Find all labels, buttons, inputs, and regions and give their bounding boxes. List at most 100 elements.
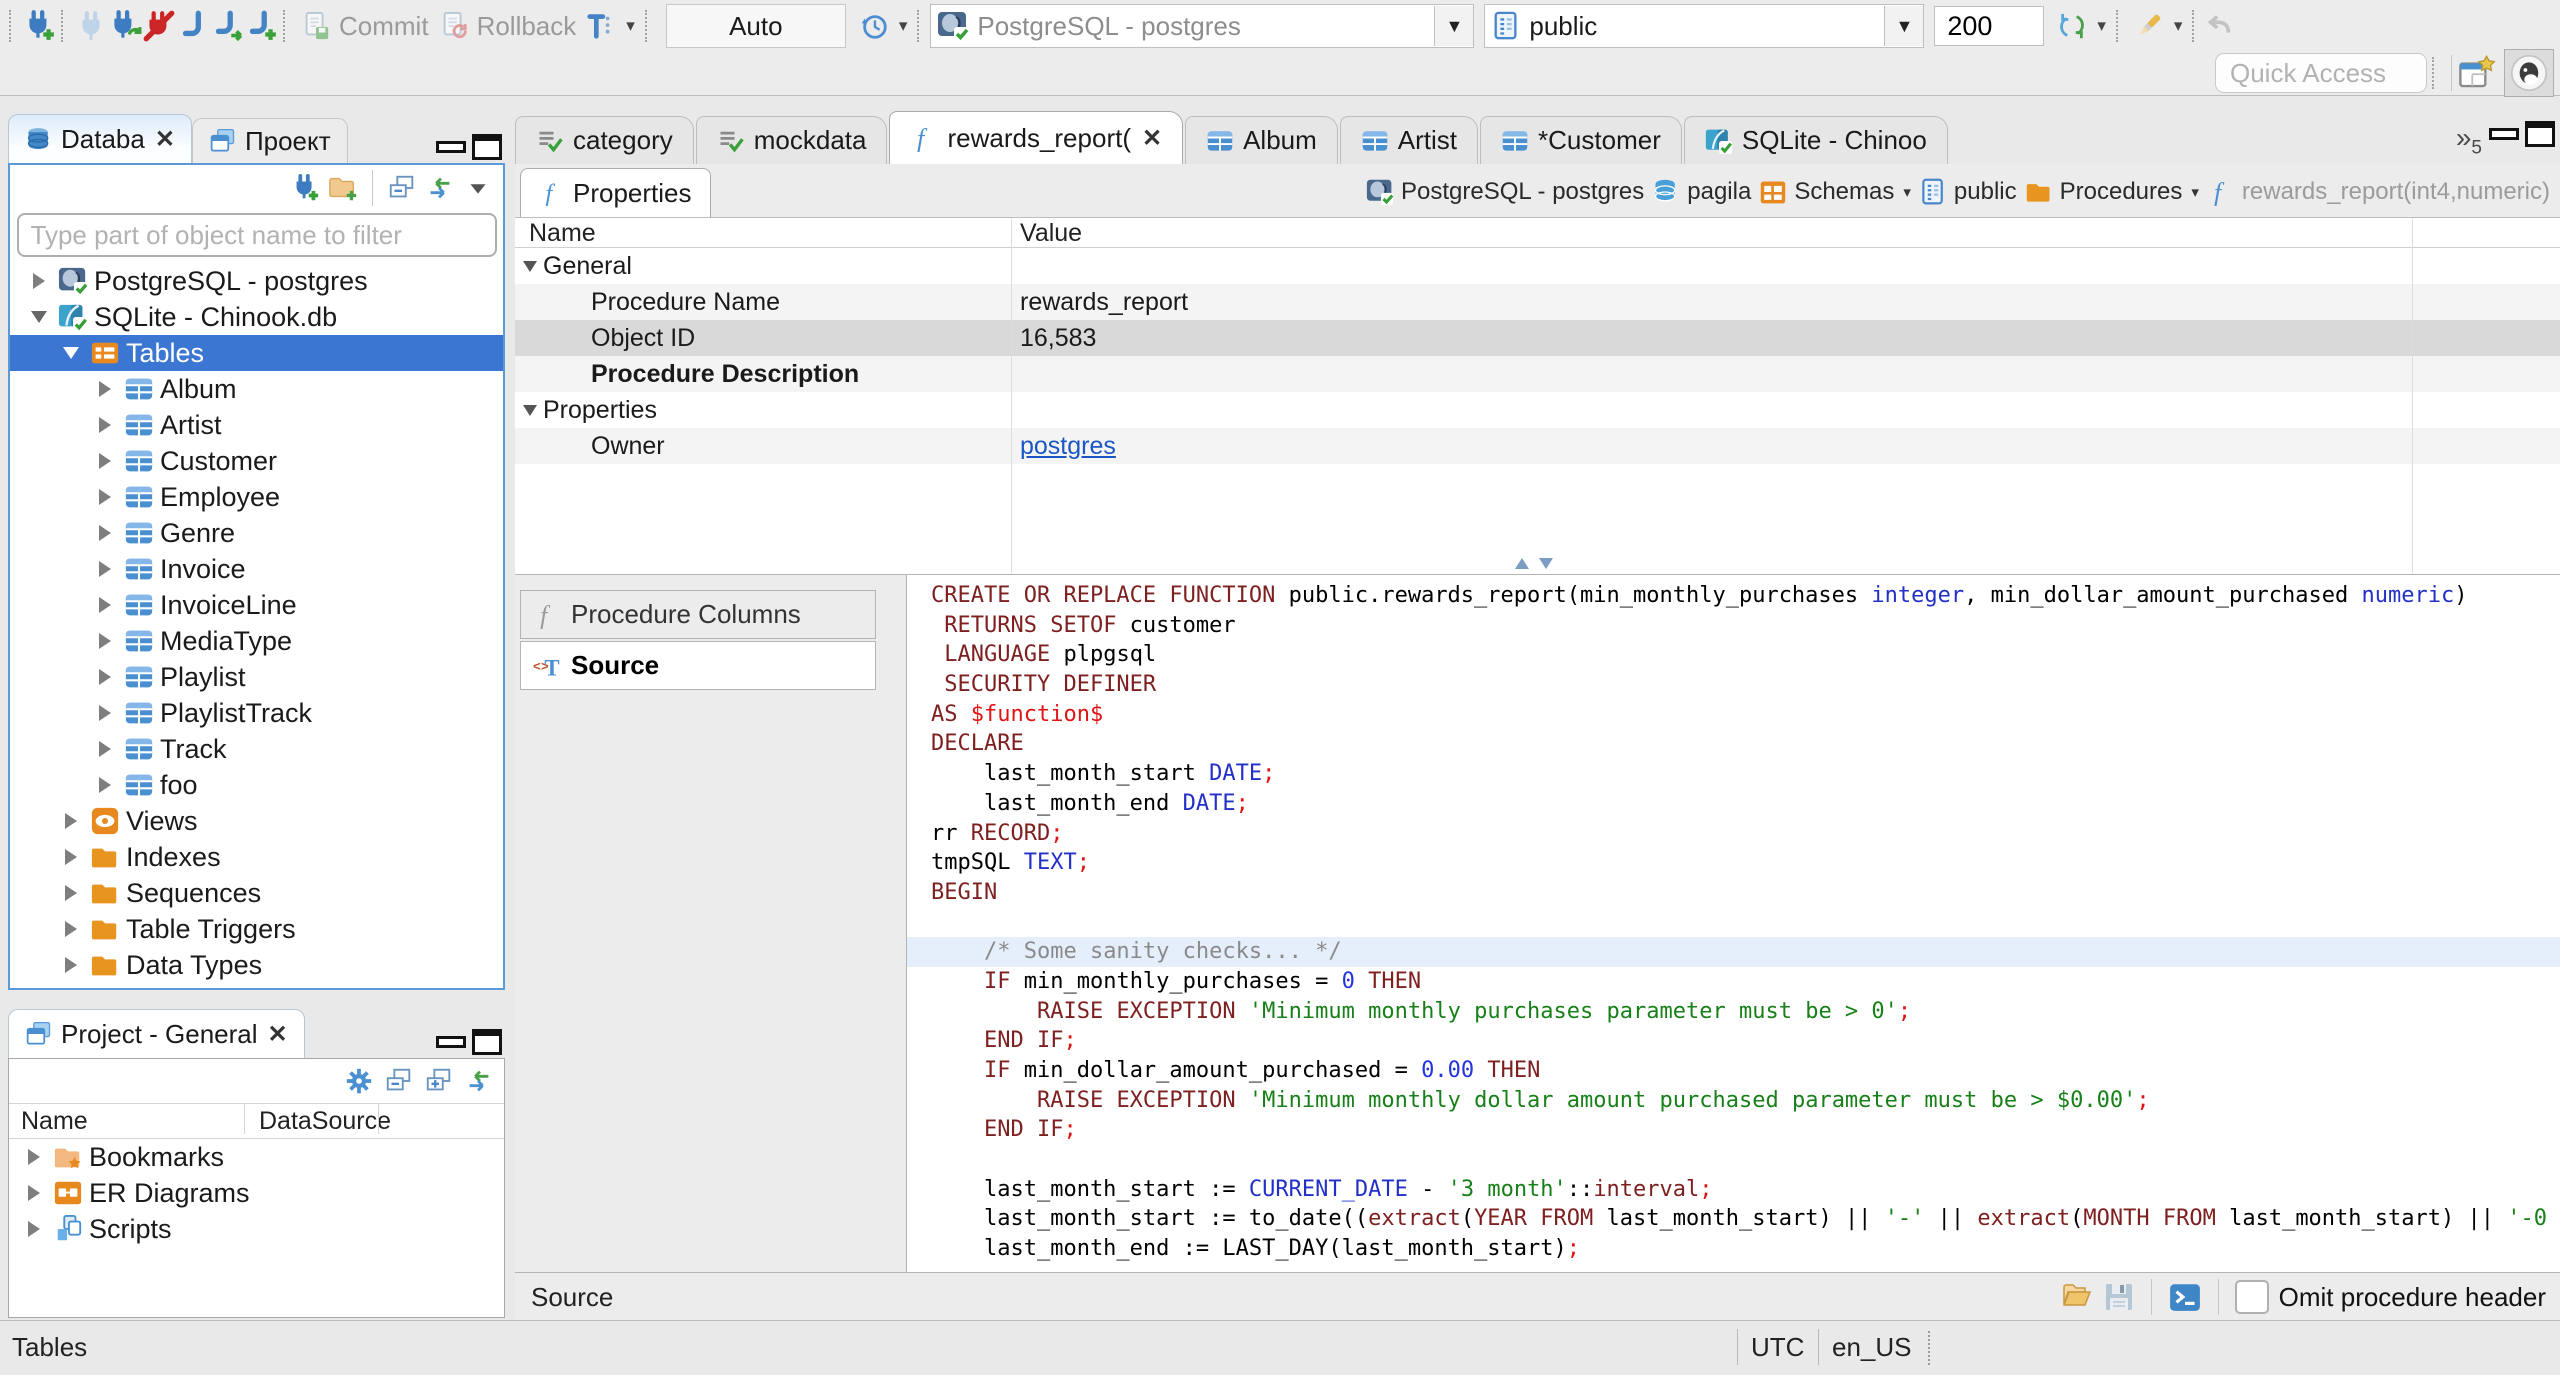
transaction-mode-button[interactable]: ▾ bbox=[581, 6, 640, 46]
tab-overflow-indicator[interactable]: »5 bbox=[2456, 122, 2482, 160]
editor-tab-artist[interactable]: Artist bbox=[1339, 116, 1479, 164]
disconnect-icon[interactable] bbox=[142, 9, 176, 43]
expander-closed-icon[interactable] bbox=[58, 885, 84, 901]
fetch-size-input[interactable] bbox=[1934, 6, 2045, 46]
breadcrumb-item-public[interactable]: public bbox=[1919, 178, 2017, 206]
expander-closed-icon[interactable] bbox=[21, 1149, 47, 1165]
object-filter-input[interactable] bbox=[16, 213, 497, 257]
expander-closed-icon[interactable] bbox=[92, 525, 118, 541]
property-row-properties[interactable]: Properties bbox=[515, 392, 2560, 428]
close-icon[interactable]: ✕ bbox=[1142, 124, 1162, 153]
toolbar-grip[interactable] bbox=[644, 10, 653, 42]
tree-item-sqlite-chinook-db[interactable]: SQLite - Chinook.db bbox=[10, 299, 503, 335]
expander-closed-icon[interactable] bbox=[92, 777, 118, 793]
link-with-editor-icon[interactable] bbox=[425, 173, 455, 203]
tab-project-general[interactable]: Project - General ✕ bbox=[8, 1009, 305, 1058]
dropdown-arrow-icon[interactable]: ▼ bbox=[1434, 6, 1474, 46]
tree-item-invoiceline[interactable]: InvoiceLine bbox=[10, 587, 503, 623]
tree-item-views[interactable]: Views bbox=[10, 803, 503, 839]
expander-open-icon[interactable] bbox=[26, 311, 52, 323]
open-perspective-icon[interactable] bbox=[2458, 54, 2496, 92]
tree-item-sequences[interactable]: Sequences bbox=[10, 875, 503, 911]
toolbar-grip[interactable] bbox=[917, 10, 925, 42]
expander-closed-icon[interactable] bbox=[92, 489, 118, 505]
tree-item-mediatype[interactable]: MediaType bbox=[10, 623, 503, 659]
toolbar-grip[interactable] bbox=[2192, 10, 2200, 42]
expander-closed-icon[interactable] bbox=[92, 741, 118, 757]
toolbar-grip[interactable] bbox=[2115, 10, 2124, 42]
expander-closed-icon[interactable] bbox=[92, 633, 118, 649]
expander-closed-icon[interactable] bbox=[21, 1185, 47, 1201]
quick-access-input[interactable] bbox=[2215, 53, 2427, 93]
refresh-data-button[interactable]: ▾ bbox=[2052, 6, 2111, 46]
tree-item-postgresql-postgres[interactable]: PostgreSQL - postgres bbox=[10, 263, 503, 299]
tree-item-employee[interactable]: Employee bbox=[10, 479, 503, 515]
expander-closed-icon[interactable] bbox=[92, 669, 118, 685]
sql-editor-icon[interactable] bbox=[176, 9, 210, 43]
expander-closed-icon[interactable] bbox=[58, 957, 84, 973]
editor-tab-album[interactable]: Album bbox=[1185, 116, 1338, 164]
tree-item-tables[interactable]: Tables bbox=[10, 335, 503, 371]
new-sql-editor-icon[interactable] bbox=[244, 9, 278, 43]
toolbar-grip[interactable] bbox=[9, 10, 17, 42]
link-with-editor-icon[interactable] bbox=[464, 1066, 494, 1096]
tree-item-track[interactable]: Track bbox=[10, 731, 503, 767]
property-row-procedure-name[interactable]: Procedure Name rewards_report bbox=[515, 284, 2560, 320]
editor-tab-rewards-report[interactable]: f rewards_report(✕ bbox=[889, 111, 1184, 164]
expander-closed-icon[interactable] bbox=[92, 561, 118, 577]
tree-item-indexes[interactable]: Indexes bbox=[10, 839, 503, 875]
project-item-scripts[interactable]: Scripts bbox=[9, 1211, 504, 1247]
new-connection-icon[interactable] bbox=[290, 173, 320, 203]
column-divider[interactable] bbox=[2412, 218, 2413, 575]
open-sql-script-icon[interactable] bbox=[210, 9, 244, 43]
expander-open-icon[interactable] bbox=[523, 260, 537, 272]
breadcrumb-item-schemas[interactable]: Schemas ▾ bbox=[1759, 178, 1911, 206]
status-grip[interactable] bbox=[1928, 1331, 1936, 1365]
minimize-button[interactable] bbox=[433, 1026, 469, 1058]
column-divider[interactable] bbox=[244, 1104, 245, 1134]
toolbar-grip[interactable] bbox=[283, 10, 291, 42]
connection-combo[interactable]: PostgreSQL - postgres ▼ bbox=[930, 4, 1475, 48]
project-item-er-diagrams[interactable]: ER Diagrams bbox=[9, 1175, 504, 1211]
open-console-icon[interactable] bbox=[2168, 1280, 2202, 1314]
breadcrumb-item-procedures[interactable]: Procedures ▾ bbox=[2025, 178, 2199, 206]
expander-closed-icon[interactable] bbox=[92, 597, 118, 613]
commit-button[interactable]: Commit bbox=[296, 6, 434, 46]
expander-closed-icon[interactable] bbox=[58, 849, 84, 865]
property-row-object-id[interactable]: Object ID 16,583 bbox=[515, 320, 2560, 356]
owner-link[interactable]: postgres bbox=[1020, 432, 1116, 460]
load-from-file-icon[interactable] bbox=[2061, 1281, 2093, 1313]
expander-closed-icon[interactable] bbox=[58, 813, 84, 829]
tree-item-album[interactable]: Album bbox=[10, 371, 503, 407]
expander-closed-icon[interactable] bbox=[92, 381, 118, 397]
expand-all-icon[interactable] bbox=[424, 1066, 454, 1096]
tab-properties[interactable]: f Properties bbox=[520, 168, 711, 217]
save-to-file-icon[interactable] bbox=[2103, 1281, 2135, 1313]
tab-database-navigator[interactable]: Databa ✕ bbox=[8, 114, 192, 163]
project-item-bookmarks[interactable]: Bookmarks bbox=[9, 1139, 504, 1175]
column-header-name[interactable]: Name bbox=[529, 219, 596, 248]
reconnect-icon[interactable] bbox=[108, 9, 142, 43]
expander-closed-icon[interactable] bbox=[26, 273, 52, 289]
side-tab-procedure-columns[interactable]: f Procedure Columns bbox=[520, 590, 876, 639]
rollback-button[interactable]: Rollback bbox=[434, 6, 582, 46]
tree-item-artist[interactable]: Artist bbox=[10, 407, 503, 443]
toolbar-grip[interactable] bbox=[61, 10, 69, 42]
property-row-procedure-description[interactable]: Procedure Description bbox=[515, 356, 2560, 392]
editor-tab-customer[interactable]: *Customer bbox=[1480, 116, 1682, 164]
editor-tab-sqlite-chinoo[interactable]: SQLite - Chinoo bbox=[1683, 116, 1948, 164]
auto-commit-button[interactable]: Auto bbox=[665, 4, 846, 48]
omit-procedure-header-checkbox[interactable] bbox=[2234, 1280, 2269, 1314]
side-tab-source[interactable]: <> T Source bbox=[520, 641, 876, 690]
expander-open-icon[interactable] bbox=[523, 404, 537, 416]
tree-item-playlisttrack[interactable]: PlaylistTrack bbox=[10, 695, 503, 731]
column-divider[interactable] bbox=[1011, 218, 1012, 575]
view-menu-icon[interactable] bbox=[463, 173, 493, 203]
maximize-button[interactable] bbox=[2522, 118, 2558, 150]
tree-item-foo[interactable]: foo bbox=[10, 767, 503, 803]
dropdown-arrow-icon[interactable]: ▼ bbox=[1884, 6, 1924, 46]
column-header-value[interactable]: Value bbox=[1020, 219, 1082, 248]
breadcrumb-item-postgresql-postgres[interactable]: PostgreSQL - postgres bbox=[1366, 178, 1644, 206]
tree-item-invoice[interactable]: Invoice bbox=[10, 551, 503, 587]
expander-closed-icon[interactable] bbox=[92, 705, 118, 721]
